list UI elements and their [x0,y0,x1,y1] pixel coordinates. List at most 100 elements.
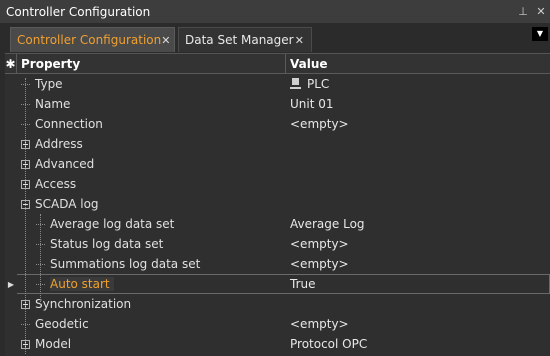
property-name: Access [35,177,77,191]
property-row[interactable]: Synchronization [5,294,550,314]
row-selector[interactable] [5,214,17,234]
row-selector[interactable] [5,114,17,134]
property-row[interactable]: Advanced [5,154,550,174]
row-selector[interactable] [5,134,17,154]
property-row[interactable]: Status log data set <empty> [5,234,550,254]
grid-header: ✱ Property Value [5,53,550,74]
property-row[interactable]: Access [5,174,550,194]
property-name: Advanced [35,157,95,171]
row-selector[interactable] [5,94,17,114]
title-bar: Controller Configuration ⊥ ✕ [0,0,550,23]
property-value-text: Average Log [290,217,365,231]
pin-icon[interactable]: ⊥ [514,5,532,18]
property-cell[interactable]: Advanced [17,154,286,174]
property-value[interactable] [286,294,550,314]
tree-guide-line [40,214,41,304]
property-value-text: True [290,277,316,291]
property-row[interactable]: Connection <empty> [5,114,550,134]
property-name: Address [35,137,83,151]
property-value[interactable] [286,194,550,214]
property-value-text: <empty> [290,317,349,331]
row-selector[interactable] [5,194,17,214]
property-cell[interactable]: SCADA log [17,194,286,214]
property-cell[interactable]: Synchronization [17,294,286,314]
property-name: Synchronization [35,297,132,311]
window-title: Controller Configuration [6,4,151,19]
property-name: Model [35,337,72,351]
tab-strip: Controller Configuration ✕ Data Set Mana… [0,23,550,52]
tab-list-dropdown-icon[interactable]: ▼ [532,27,548,41]
property-name: Summations log data set [50,257,201,271]
property-name: Connection [35,117,103,131]
property-row[interactable]: Name Unit 01 [5,94,550,114]
row-selector[interactable] [5,254,17,274]
property-cell[interactable]: Type [17,74,286,94]
property-value-text: <empty> [290,117,349,131]
property-cell[interactable]: Model [17,334,286,354]
property-name: Name [35,97,71,111]
row-selector[interactable] [5,74,17,94]
property-name: Type [35,77,63,91]
property-cell[interactable]: Status log data set [17,234,286,254]
property-value-text: Unit 01 [290,97,334,111]
property-value[interactable]: True [286,274,550,294]
property-value[interactable]: <empty> [286,114,550,134]
property-value[interactable]: <empty> [286,254,550,274]
property-grid: ✱ Property Value Type PLC Name Unit 01 Conne… [5,53,550,356]
select-all-icon[interactable]: ✱ [5,53,17,74]
property-cell[interactable]: Geodetic [17,314,286,334]
property-cell[interactable]: Address [17,134,286,154]
property-row[interactable]: Geodetic <empty> [5,314,550,334]
property-value-text: Protocol OPC [290,337,368,351]
property-name: SCADA log [35,197,99,211]
column-header-property[interactable]: Property [17,53,286,74]
property-value[interactable]: PLC [286,74,550,94]
property-name: Average log data set [50,217,175,231]
property-rows: Type PLC Name Unit 01 Connection <empty> Addre… [5,74,550,354]
property-row[interactable]: Average log data set Average Log [5,214,550,234]
property-row[interactable]: Summations log data set <empty> [5,254,550,274]
property-cell[interactable]: Summations log data set [17,254,286,274]
property-cell[interactable]: Auto start [17,274,286,294]
property-cell[interactable]: Access [17,174,286,194]
tab-label: Controller Configuration [17,33,162,47]
row-selector[interactable] [5,234,17,254]
property-row[interactable]: Address [5,134,550,154]
row-selector[interactable] [5,314,17,334]
property-row[interactable]: ▶ Auto start True [5,274,550,294]
column-header-value[interactable]: Value [286,57,550,71]
tree-guide-line [25,78,26,354]
row-selector[interactable] [5,334,17,354]
plc-device-icon [290,78,301,90]
row-selector[interactable] [5,294,17,314]
property-value-text: PLC [307,77,330,91]
property-value[interactable]: Protocol OPC [286,334,550,354]
tab-label: Data Set Manager [185,33,294,47]
property-row[interactable]: Type PLC [5,74,550,94]
tab-controller-configuration[interactable]: Controller Configuration ✕ [10,27,175,52]
property-name: Geodetic [35,317,89,331]
property-cell[interactable]: Connection [17,114,286,134]
property-row[interactable]: Model Protocol OPC [5,334,550,354]
property-name: Auto start [50,277,114,291]
property-cell[interactable]: Average log data set [17,214,286,234]
property-cell[interactable]: Name [17,94,286,114]
property-value-text: <empty> [290,257,349,271]
property-value[interactable] [286,134,550,154]
property-value[interactable]: <empty> [286,234,550,254]
property-value[interactable] [286,154,550,174]
tab-close-icon[interactable]: ✕ [294,34,305,47]
property-value[interactable]: Unit 01 [286,94,550,114]
property-value[interactable]: Average Log [286,214,550,234]
property-name: Status log data set [50,237,164,251]
property-value-text: <empty> [290,237,349,251]
property-value[interactable]: <empty> [286,314,550,334]
row-selector[interactable] [5,174,17,194]
property-value[interactable] [286,174,550,194]
row-selector[interactable] [5,154,17,174]
tab-close-icon[interactable]: ✕ [161,34,170,47]
property-row[interactable]: SCADA log [5,194,550,214]
close-icon[interactable]: ✕ [532,5,550,18]
tab-data-set-manager[interactable]: Data Set Manager ✕ [178,27,312,52]
current-row-indicator-icon[interactable]: ▶ [5,274,17,294]
